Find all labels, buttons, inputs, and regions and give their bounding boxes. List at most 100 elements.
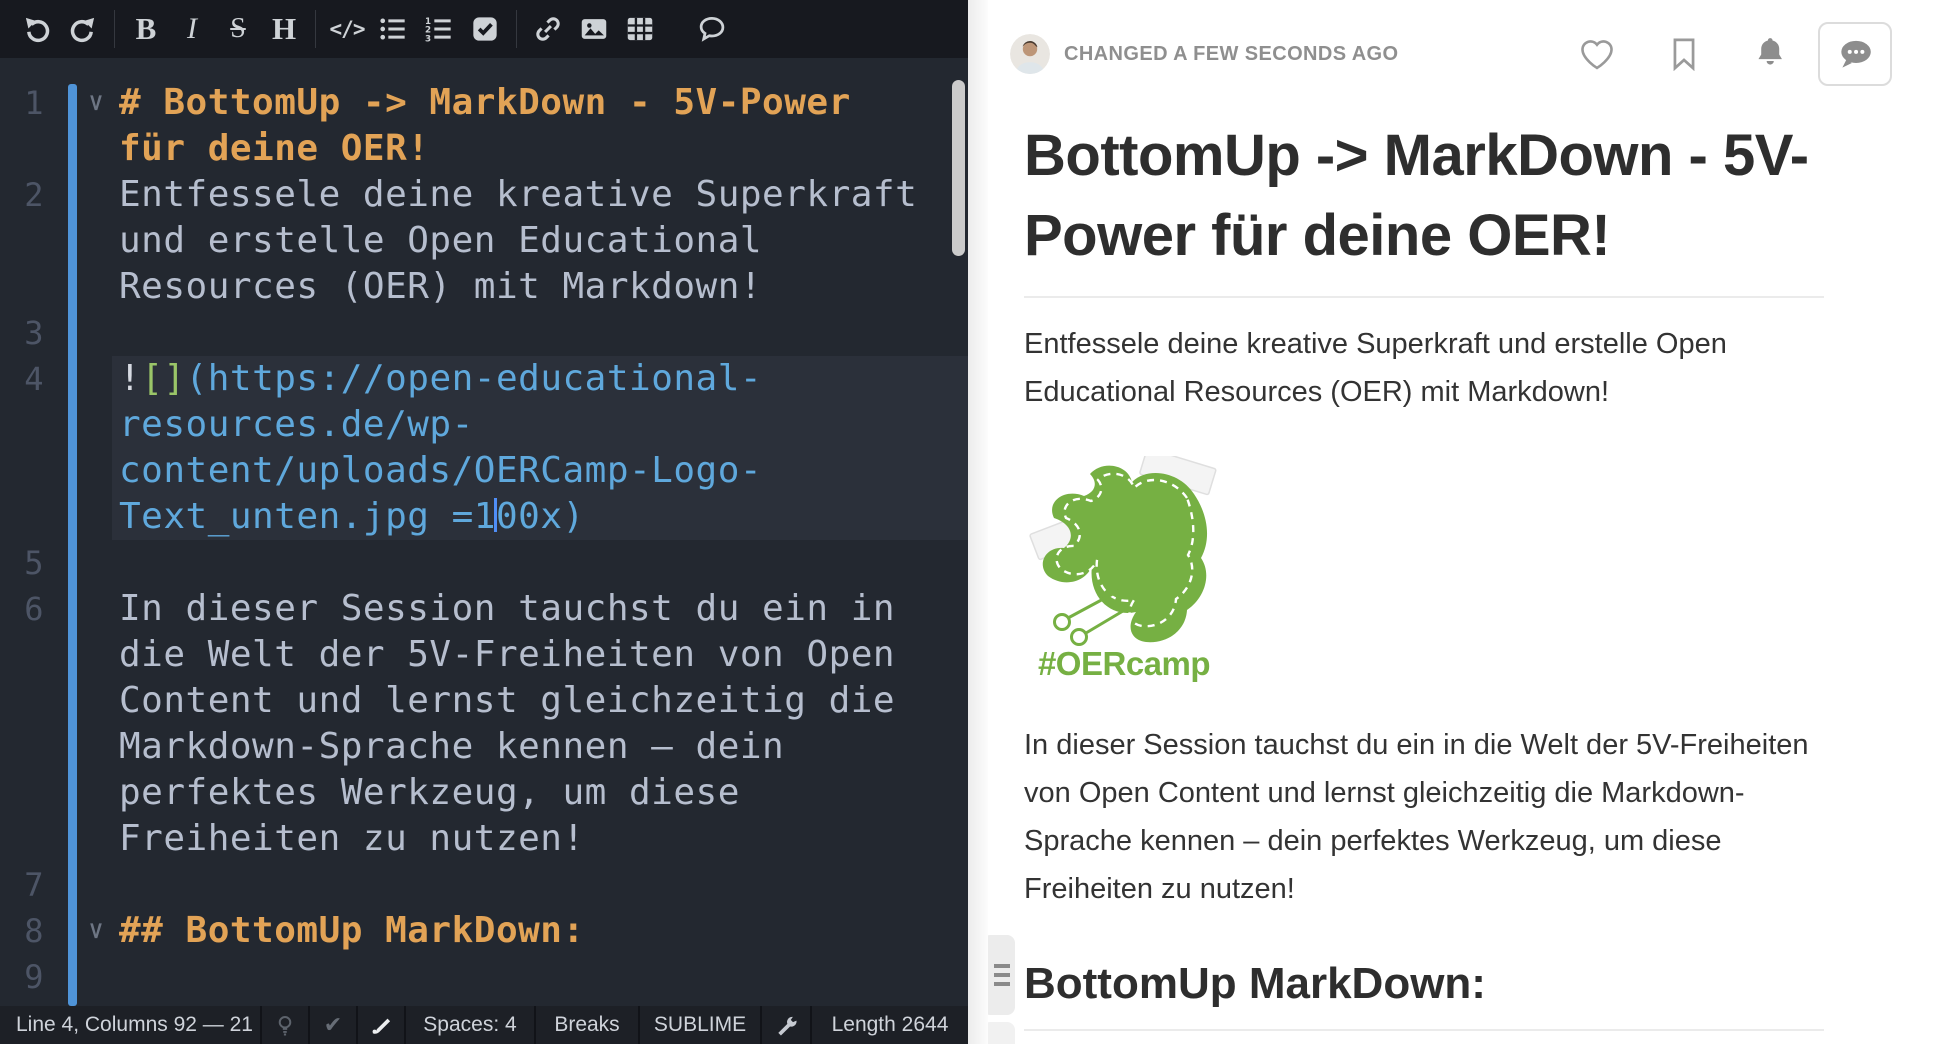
fold-spacer — [78, 770, 112, 816]
numbered-list-icon[interactable]: 123 — [416, 7, 462, 51]
task-list-icon[interactable] — [462, 7, 508, 51]
fold-spacer — [78, 264, 112, 310]
fold-spacer — [78, 954, 112, 1000]
line-number — [0, 770, 56, 816]
code-row[interactable]: für deine OER! — [0, 126, 968, 172]
code-row[interactable]: 1 ># BottomUp -> MarkDown - 5V-Power — [0, 80, 968, 126]
line-number — [0, 816, 56, 862]
code-row[interactable]: 8>## BottomUp MarkDown: — [0, 908, 968, 954]
code-row[interactable]: Freiheiten zu nutzen! — [0, 816, 968, 862]
code-text: perfektes Werkzeug, um diese — [112, 770, 968, 816]
editor-toolbar: B I S H </> 123 — [0, 0, 968, 58]
bullet-list-icon[interactable] — [370, 7, 416, 51]
comments-button[interactable] — [1818, 22, 1892, 86]
code-row[interactable]: perfektes Werkzeug, um diese — [0, 770, 968, 816]
bookmark-icon[interactable] — [1670, 37, 1698, 71]
code-row[interactable]: Content und lernst gleichzeitig die — [0, 678, 968, 724]
link-icon[interactable] — [525, 7, 571, 51]
code-text: und erstelle Open Educational — [112, 218, 968, 264]
fold-spacer — [78, 402, 112, 448]
line-number — [0, 678, 56, 724]
code-row[interactable]: und erstelle Open Educational — [0, 218, 968, 264]
lightbulb-icon[interactable] — [260, 1006, 308, 1044]
code-row[interactable]: 6In dieser Session tauchst du ein in — [0, 586, 968, 632]
line-number: 9 — [0, 954, 56, 1000]
code-text: für deine OER! — [112, 126, 968, 172]
line-number — [0, 632, 56, 678]
heading-button[interactable]: H — [261, 7, 307, 51]
line-number — [0, 264, 56, 310]
code-block-button[interactable]: </> — [324, 7, 370, 51]
code-row[interactable]: 4 ![](https://open-educational- — [0, 356, 968, 402]
fold-spacer — [78, 172, 112, 218]
line-number: 4 — [0, 356, 56, 402]
italic-button[interactable]: I — [169, 7, 215, 51]
pane-divider[interactable] — [968, 0, 988, 1044]
brush-icon[interactable] — [356, 1006, 404, 1044]
wrench-icon[interactable] — [760, 1006, 810, 1044]
code-text — [112, 540, 968, 586]
spellcheck-icon[interactable]: ✔ — [308, 1006, 356, 1044]
preview-pane: CHANGED A FEW SECONDS AGO BottomUp -> Ma… — [988, 0, 1938, 1044]
notification-bell-icon[interactable] — [1752, 37, 1788, 71]
code-row[interactable]: 7 — [0, 862, 968, 908]
code-row[interactable]: Markdown-Sprache kennen – dein — [0, 724, 968, 770]
code-row[interactable]: 9 — [0, 954, 968, 1000]
code-text — [112, 310, 968, 356]
table-icon[interactable] — [617, 7, 663, 51]
breaks-setting[interactable]: Breaks — [534, 1006, 638, 1044]
markdown-editor-app: B I S H </> 123 — [0, 0, 1938, 1044]
code-row[interactable]: die Welt der 5V-Freiheiten von Open — [0, 632, 968, 678]
fold-caret-icon[interactable]: > — [78, 80, 112, 126]
divider-grip-handle-2[interactable] — [988, 1022, 1015, 1044]
code-text: Markdown-Sprache kennen – dein — [112, 724, 968, 770]
like-heart-icon[interactable] — [1578, 36, 1616, 72]
doc-heading-2: BottomUp MarkDown: — [1024, 953, 1824, 1015]
fold-spacer — [78, 862, 112, 908]
code-row[interactable]: 3 — [0, 310, 968, 356]
keymap-setting[interactable]: SUBLIME — [638, 1006, 760, 1044]
strikethrough-button[interactable]: S — [215, 7, 261, 51]
code-row[interactable]: Resources (OER) mit Markdown! — [0, 264, 968, 310]
editor-scrollbar[interactable] — [952, 80, 965, 256]
toolbar-separator — [114, 10, 115, 48]
code-row[interactable]: 5 — [0, 540, 968, 586]
code-text: content/uploads/OERCamp-Logo- — [112, 448, 968, 494]
code-text — [112, 862, 968, 908]
code-text: In dieser Session tauchst du ein in — [112, 586, 968, 632]
redo-icon[interactable] — [60, 7, 106, 51]
bold-button[interactable]: B — [123, 7, 169, 51]
image-icon[interactable] — [571, 7, 617, 51]
line-number — [0, 494, 56, 540]
fold-spacer — [78, 632, 112, 678]
code-text: # BottomUp -> MarkDown - 5V-Power — [112, 80, 968, 126]
line-number: 2 — [0, 172, 56, 218]
avatar[interactable] — [1010, 34, 1050, 74]
section-divider — [1024, 1029, 1824, 1031]
code-row[interactable]: resources.de/wp- — [0, 402, 968, 448]
line-number: 1 — [0, 80, 56, 126]
divider-grip-handle[interactable] — [988, 935, 1015, 1015]
doc-length-status: Length 2644 — [810, 1006, 968, 1044]
undo-icon[interactable] — [14, 7, 60, 51]
code-text: Resources (OER) mit Markdown! — [112, 264, 968, 310]
comment-icon[interactable] — [689, 7, 735, 51]
doc-paragraph-2: In dieser Session tauchst du ein in die … — [1024, 721, 1812, 913]
spaces-setting[interactable]: Spaces: 4 — [404, 1006, 534, 1044]
fold-spacer — [78, 586, 112, 632]
toolbar-separator — [516, 10, 517, 48]
fold-spacer — [78, 540, 112, 586]
code-row[interactable]: content/uploads/OERCamp-Logo- — [0, 448, 968, 494]
code-row[interactable]: 2Entfessele deine kreative Superkraft — [0, 172, 968, 218]
line-number — [0, 402, 56, 448]
code-row[interactable]: Text_unten.jpg =100x) — [0, 494, 968, 540]
fold-spacer — [78, 494, 112, 540]
code-editor[interactable]: 1># BottomUp -> MarkDown - 5V-Powerfür d… — [0, 58, 968, 1044]
fold-caret-icon[interactable]: > — [78, 908, 112, 954]
editor-pane: B I S H </> 123 — [0, 0, 968, 1044]
code-text: ![](https://open-educational- — [112, 356, 968, 402]
rendered-document: BottomUp -> MarkDown - 5V-Power für dein… — [1024, 116, 1824, 1031]
fold-spacer — [78, 356, 112, 402]
fold-spacer — [78, 678, 112, 724]
fold-spacer — [78, 218, 112, 264]
